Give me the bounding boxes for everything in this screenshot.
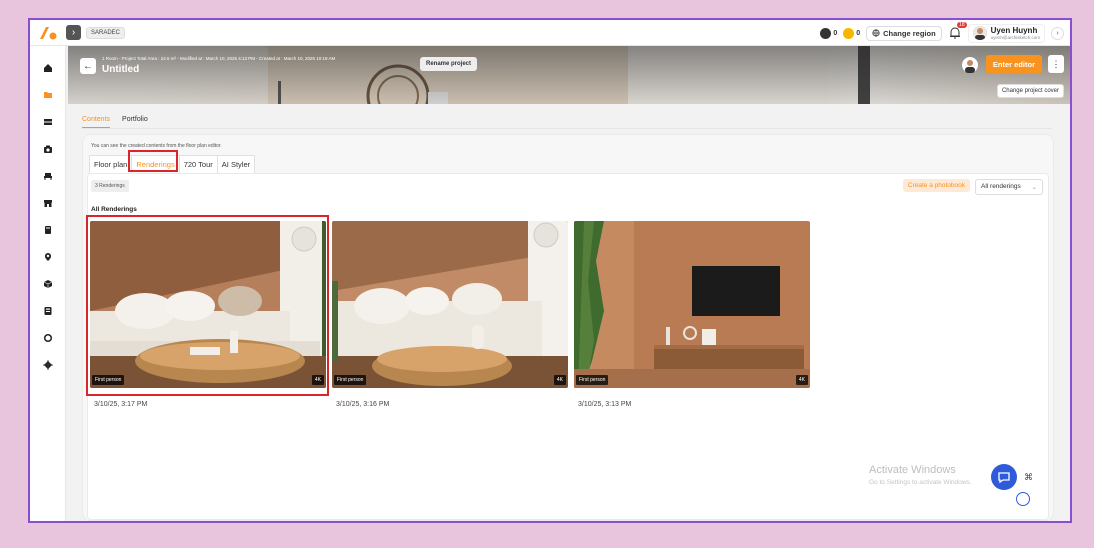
section-title: All Renderings <box>91 206 137 213</box>
chevron-right-icon[interactable]: › <box>1051 26 1064 40</box>
app-window: › SARADEC 0 0 Change region 18 Uyen Huyn… <box>28 18 1072 523</box>
assistant-icon[interactable] <box>1016 492 1030 506</box>
sidebar-item-3d[interactable] <box>42 278 54 290</box>
gear-icon <box>43 360 53 370</box>
renderings-filter-select[interactable]: All renderings ⌄ <box>975 179 1043 195</box>
sofa-icon <box>44 173 52 180</box>
coin-icon <box>843 27 855 39</box>
project-cover: ← 1 Room - Project Total Area : 24.5 m² … <box>68 46 1070 104</box>
avatar <box>972 26 987 40</box>
globe-icon <box>872 29 880 37</box>
notification-badge: 18 <box>957 22 967 28</box>
rename-project-button[interactable]: Rename project <box>420 57 478 71</box>
renderings-count: 3 Renderings <box>91 180 129 192</box>
page-title: Untitled <box>102 64 140 75</box>
user-name: Uyen Huynh <box>990 25 1038 35</box>
credit-counter-b: 0 <box>843 27 861 39</box>
resolution-badge: 4K <box>795 375 808 385</box>
layers-icon <box>44 119 52 125</box>
activation-subtitle: Go to Settings to activate Windows. <box>869 479 972 486</box>
rendering-thumbnail <box>574 221 810 388</box>
sidebar-item-store[interactable] <box>42 197 54 209</box>
credit-a-value: 0 <box>833 29 838 37</box>
rendering-date-1: 3/10/25, 3:17 PM <box>94 401 148 408</box>
credit-b-value: 0 <box>856 29 861 37</box>
chevron-down-icon: ⌄ <box>1031 184 1037 191</box>
circle-icon <box>43 333 53 343</box>
sidebar-item-home[interactable] <box>42 62 54 74</box>
rendering-card-2[interactable]: First person 4K <box>332 221 568 388</box>
credit-counter-a: 0 <box>820 27 838 39</box>
tab-floor-plan[interactable]: Floor plan <box>89 155 132 174</box>
sidebar-item-furniture[interactable] <box>42 170 54 182</box>
project-meta: 1 Room - Project Total Area : 24.5 m² - … <box>102 56 336 61</box>
store-icon <box>44 200 52 207</box>
tab-720-tour[interactable]: 720 Tour <box>178 155 217 174</box>
expand-sidebar-button[interactable]: › <box>66 25 81 40</box>
change-region-button[interactable]: Change region <box>866 25 942 41</box>
camera-type-label: First person <box>334 375 367 385</box>
selected-rendering-highlight <box>86 215 329 396</box>
renderings-tab-highlight <box>128 150 178 172</box>
logo-icon[interactable] <box>38 22 60 44</box>
sidebar-item-camera[interactable] <box>42 143 54 155</box>
notifications-button[interactable]: 18 <box>948 22 967 40</box>
back-button[interactable]: ← <box>80 58 96 74</box>
resolution-badge: 4K <box>553 375 566 385</box>
sidebar-item-library[interactable] <box>42 224 54 236</box>
collaborator-avatar[interactable] <box>962 57 978 73</box>
token-icon <box>820 27 832 39</box>
filter-value: All renderings <box>981 183 1021 190</box>
sidebar-item-settings[interactable] <box>42 359 54 371</box>
cover-overlay <box>68 46 1070 104</box>
sidebar <box>30 46 66 521</box>
more-options-button[interactable]: ⋮ <box>1048 55 1064 73</box>
tab-ai-styler[interactable]: AI Styler <box>216 155 256 174</box>
chat-icon <box>998 472 1010 484</box>
camera-type-label: First person <box>576 375 609 385</box>
top-bar: › SARADEC 0 0 Change region 18 Uyen Huyn… <box>30 20 1070 46</box>
top-right-controls: 0 0 Change region 18 Uyen Huynh uyenh@ar… <box>820 20 1064 46</box>
workspace-chip[interactable]: SARADEC <box>86 26 126 39</box>
rendering-card-3[interactable]: First person 4K <box>574 221 810 388</box>
home-icon <box>44 64 52 72</box>
book-icon <box>45 226 51 234</box>
bell-icon <box>949 27 960 39</box>
contents-panel: You can see the created contents from th… <box>82 134 1054 521</box>
enter-editor-button[interactable]: Enter editor <box>985 55 1042 74</box>
activation-title: Activate Windows <box>869 464 956 476</box>
location-icon <box>45 253 51 261</box>
cube-icon <box>43 280 53 288</box>
apps-grid-icon[interactable]: ⌘ <box>1024 472 1033 483</box>
rendering-date-2: 3/10/25, 3:16 PM <box>336 401 390 408</box>
sidebar-item-status[interactable] <box>42 332 54 344</box>
tab-divider <box>82 128 1052 129</box>
main-tabs: Contents Portfolio <box>82 116 148 128</box>
info-text: You can see the created contents from th… <box>91 143 222 149</box>
change-cover-button[interactable]: Change project cover <box>996 84 1064 98</box>
rendering-date-3: 3/10/25, 3:13 PM <box>578 401 632 408</box>
sidebar-item-projects[interactable] <box>42 89 54 101</box>
user-email: uyenh@archisketch.com <box>990 34 1040 40</box>
tab-contents[interactable]: Contents <box>82 116 111 128</box>
id-card-icon <box>44 307 52 315</box>
rendering-thumbnail <box>332 221 568 388</box>
sidebar-item-location[interactable] <box>42 251 54 263</box>
user-menu[interactable]: Uyen Huynh uyenh@archisketch.com <box>967 23 1045 43</box>
camera-icon <box>44 145 52 153</box>
create-photobook-button[interactable]: Create a photobook <box>902 179 970 192</box>
change-region-label: Change region <box>883 28 936 38</box>
sidebar-item-layers[interactable] <box>42 116 54 128</box>
tab-portfolio[interactable]: Portfolio <box>122 116 148 128</box>
chat-support-button[interactable] <box>991 464 1017 490</box>
sidebar-item-profile[interactable] <box>42 305 54 317</box>
folder-icon <box>44 92 52 98</box>
